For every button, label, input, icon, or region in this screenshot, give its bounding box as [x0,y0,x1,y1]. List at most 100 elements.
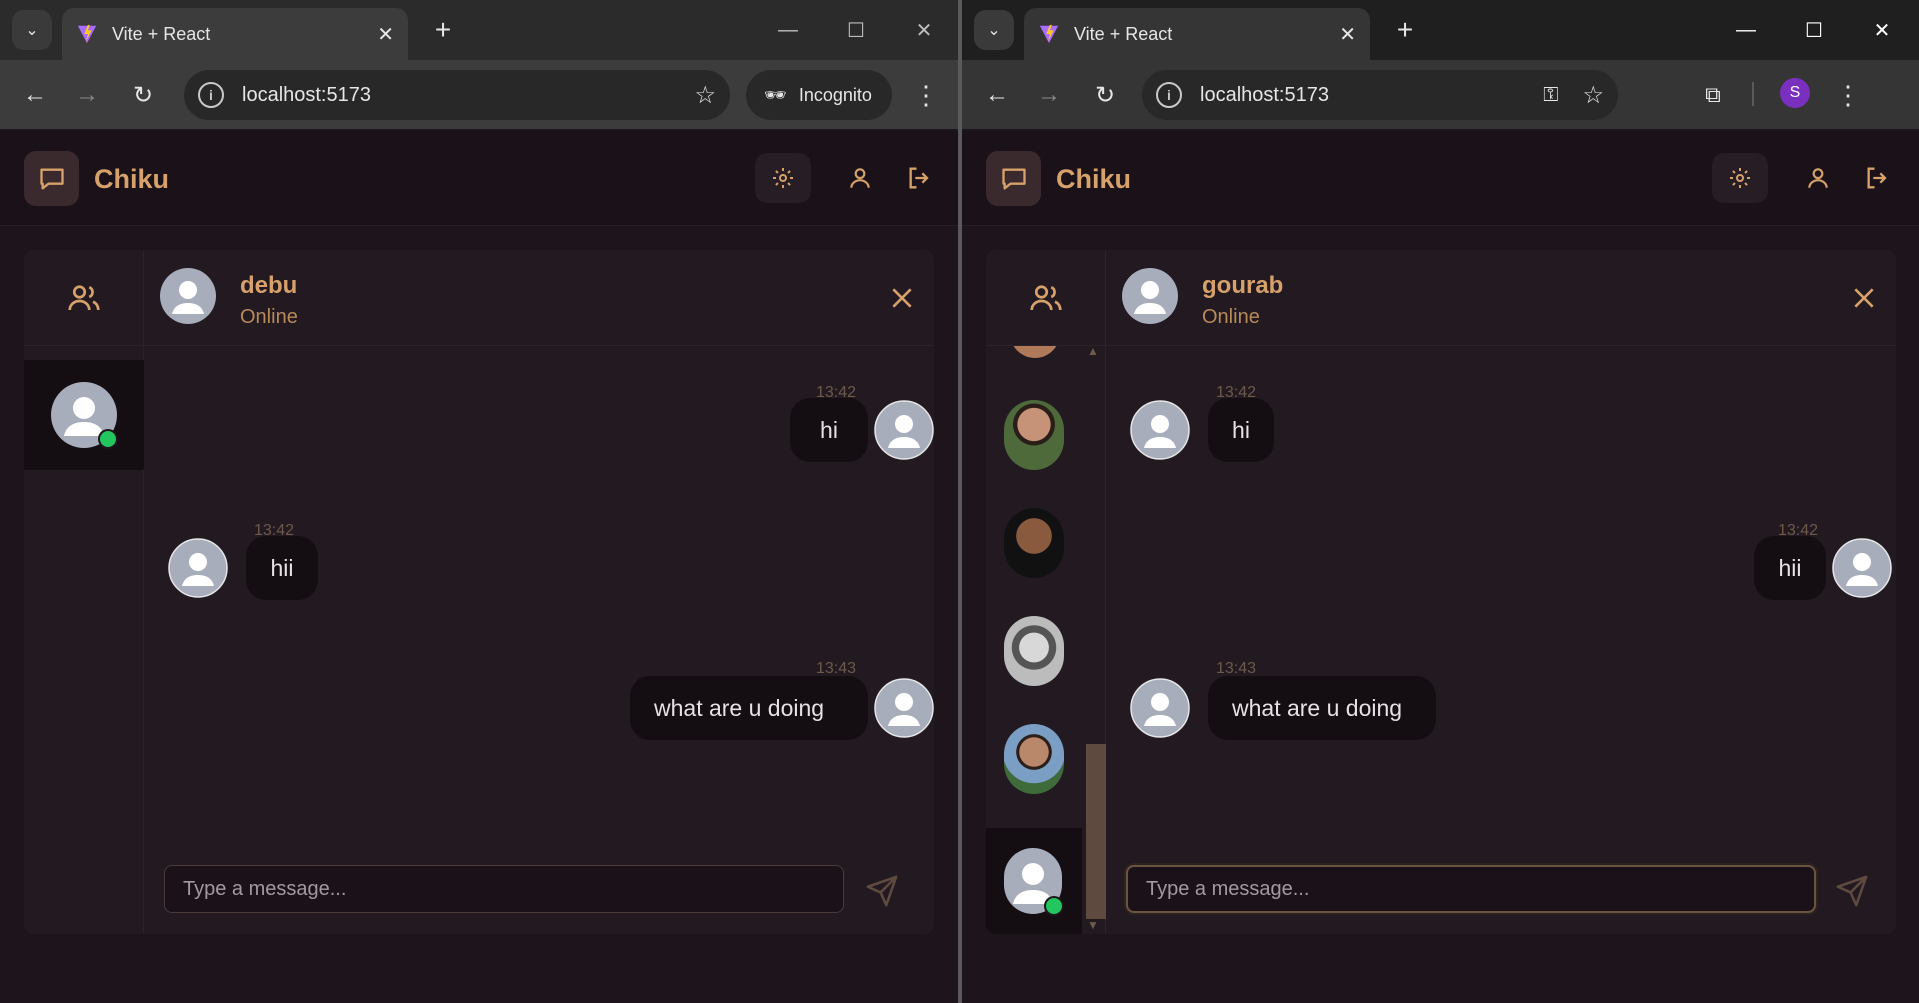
chat-header: debu Online [144,250,934,346]
profile-button[interactable] [832,153,888,203]
brand-name[interactable]: Chiku [1056,164,1131,195]
vite-logo-icon [1039,24,1059,44]
logout-icon [909,167,929,189]
message-input-row: Type a message... [144,846,934,934]
browser-tab[interactable]: Vite + React ✕ [1024,8,1370,60]
chat-card: debu Online 13:42 hi 13:42 hii 13:43 wha… [24,250,934,934]
send-icon [866,875,898,907]
chat-logo-icon [986,151,1041,206]
message-list: 13:42 hi 13:42 hii 13:43 what are u doin… [144,346,934,846]
toolbar-separator [1752,82,1754,106]
address-bar[interactable]: i localhost:5173 ⚿ ☆ [1142,70,1618,120]
message-input[interactable]: Type a message... [164,865,844,913]
forward-button[interactable]: → [1030,76,1068,114]
send-button[interactable] [862,871,902,911]
avatar [874,678,934,738]
screen: ⌄ Vite + React ✕ + — ☐ ✕ ← → ↻ i localho… [0,0,1919,1003]
reload-button[interactable]: ↻ [1086,76,1124,114]
contacts-scrollbar[interactable]: ▲ ▼ [1082,344,1106,934]
bookmark-star-icon[interactable]: ☆ [694,81,716,110]
chat-status: Online [1202,306,1260,328]
bookmark-star-icon[interactable]: ☆ [1582,81,1604,110]
incognito-label: Incognito [798,84,872,105]
browser-menu-button[interactable]: ⋮ [908,76,944,114]
tab-close-icon[interactable]: ✕ [377,22,394,47]
browser-toolbar: ← → ↻ i localhost:5173 ⚿ ☆ ⧉ ⋮ [962,60,1919,129]
forward-button[interactable]: → [68,76,106,114]
new-tab-button[interactable]: + [1387,12,1423,48]
tab-search-button[interactable]: ⌄ [12,10,52,50]
brand-name[interactable]: Chiku [94,164,169,195]
chat-status: Online [240,306,298,328]
browser-tab[interactable]: Vite + React ✕ [62,8,408,60]
window-close-button[interactable]: ✕ [906,14,942,46]
incognito-badge[interactable]: 🕶 Incognito [746,70,892,120]
scroll-down-arrow-icon[interactable]: ▼ [1087,918,1099,932]
tab-strip: ⌄ Vite + React ✕ + — ☐ ✕ [0,0,958,60]
url-text: localhost:5173 [1200,83,1329,106]
contact-item[interactable] [986,828,1082,934]
contact-item[interactable] [986,488,1082,598]
app-header: Chiku [0,131,958,226]
profile-button[interactable] [1790,153,1846,203]
user-icon [1808,168,1828,188]
maximize-button[interactable]: ☐ [838,14,874,46]
message-bubble: hii [1754,536,1826,600]
contact-item[interactable] [986,704,1082,814]
send-icon [1836,875,1868,907]
close-chat-button[interactable] [882,278,922,318]
chat-card: ▲ ▼ gourab Online 13:42 hi 13:42 hii 13:… [986,250,1896,934]
minimize-button[interactable]: — [770,14,806,46]
contact-photo [1004,508,1064,578]
site-info-icon[interactable]: i [198,82,224,108]
scroll-thumb[interactable] [1086,744,1106,919]
chat-name: gourab [1202,272,1284,299]
message-bubble: what are u doing [630,676,868,740]
logout-icon [1867,167,1887,189]
close-chat-button[interactable] [1844,278,1884,318]
message-input[interactable]: Type a message... [1126,865,1816,913]
message-bubble: hii [246,536,318,600]
message-bubble: hi [790,398,868,462]
gear-icon [1730,168,1750,188]
window-close-button[interactable]: ✕ [1864,14,1900,46]
incognito-icon: 🕶 [764,84,787,105]
reload-button[interactable]: ↻ [124,76,162,114]
contact-item[interactable] [986,596,1082,706]
browser-window-left: ⌄ Vite + React ✕ + — ☐ ✕ ← → ↻ i localho… [0,0,958,1003]
maximize-button[interactable]: ☐ [1796,14,1832,46]
settings-button[interactable] [1712,153,1768,203]
logout-button[interactable] [892,153,948,203]
contact-photo[interactable] [1010,346,1060,358]
tab-close-icon[interactable]: ✕ [1339,22,1356,47]
contact-item[interactable] [986,380,1082,490]
browser-menu-button[interactable]: ⋮ [1830,76,1866,114]
tab-title: Vite + React [112,23,211,44]
chat-app: Chiku [0,131,958,1003]
contact-item[interactable] [24,360,144,470]
avatar [1832,538,1892,598]
avatar [874,400,934,460]
chat-header: gourab Online [1106,250,1896,346]
back-button[interactable]: ← [16,76,54,114]
avatar [1130,678,1190,738]
site-info-icon[interactable]: i [1156,82,1182,108]
message-input-row: Type a message... [1106,846,1896,934]
avatar [168,538,228,598]
send-button[interactable] [1832,871,1872,911]
tab-search-button[interactable]: ⌄ [974,10,1014,50]
new-tab-button[interactable]: + [425,12,461,48]
back-button[interactable]: ← [978,76,1016,114]
chat-avatar [160,268,216,324]
minimize-button[interactable]: — [1728,14,1764,46]
profile-avatar[interactable]: S [1780,78,1810,108]
tab-title: Vite + React [1074,23,1173,44]
scroll-up-arrow-icon[interactable]: ▲ [1087,344,1099,358]
chat-app: Chiku [962,131,1919,1003]
extensions-icon[interactable]: ⧉ [1694,76,1732,114]
settings-button[interactable] [755,153,811,203]
address-bar[interactable]: i localhost:5173 ☆ [184,70,730,120]
password-key-icon[interactable]: ⚿ [1543,84,1558,107]
avatar [1004,848,1064,916]
logout-button[interactable] [1850,153,1906,203]
